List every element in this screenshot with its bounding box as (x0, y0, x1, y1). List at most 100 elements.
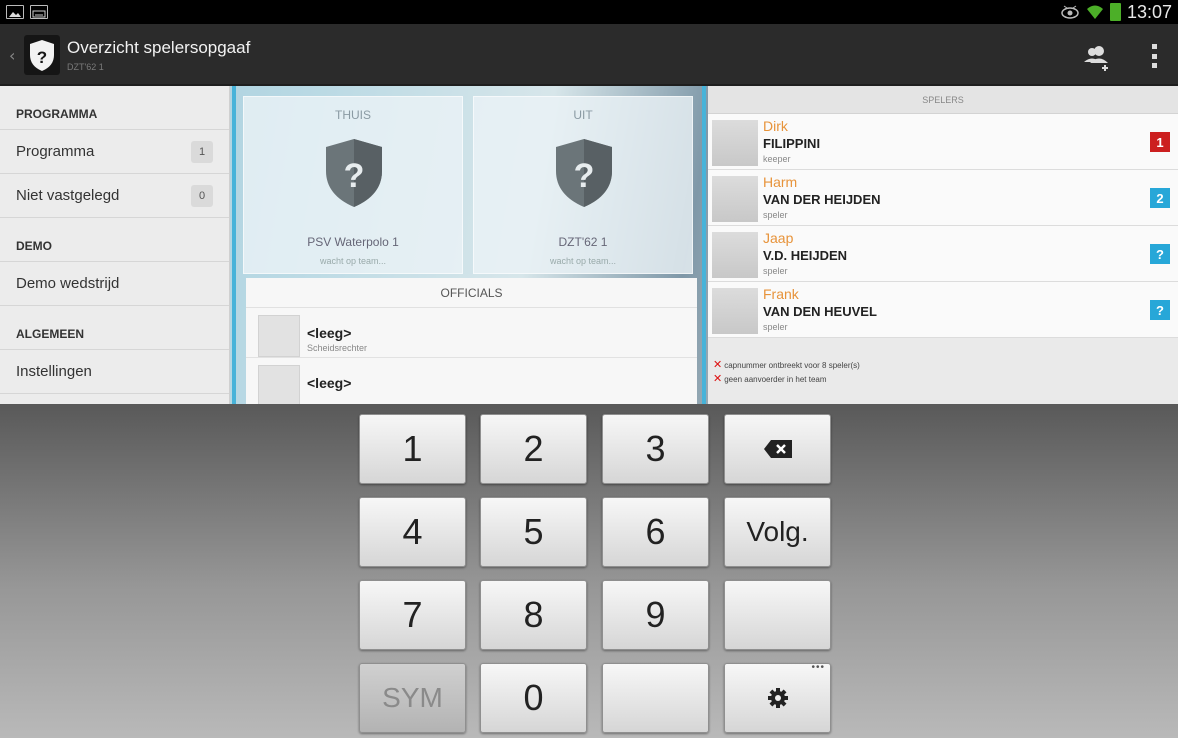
next-key[interactable]: Volg. (724, 497, 831, 567)
page-title: Overzicht spelersopgaaf (67, 38, 251, 57)
settings-key[interactable]: ••• (724, 662, 831, 733)
gallery-icon (6, 5, 24, 19)
status-time: 13:07 (1126, 1, 1172, 22)
wifi-icon (1086, 5, 1103, 19)
status-bar: 13:07 (0, 0, 1178, 24)
cap-number-badge[interactable]: ? (1150, 300, 1170, 320)
player-row[interactable]: Frank VAN DEN HEUVEL speler ? (708, 282, 1178, 338)
avatar (712, 288, 758, 334)
key-6[interactable]: 6 (602, 497, 709, 567)
numeric-keyboard: 1 2 3 4 5 6 Volg. 7 8 9 SYM 0 ••• (0, 404, 1178, 738)
sym-key[interactable]: SYM (359, 663, 466, 733)
match-panel: THUIS ? PSV Waterpolo 1 wacht op team...… (232, 86, 706, 404)
gear-icon (767, 688, 788, 708)
space-key[interactable] (602, 663, 709, 733)
key-8[interactable]: 8 (480, 580, 587, 650)
officials-title: OFFICIALS (246, 278, 697, 308)
player-first-name: Jaap (763, 230, 794, 246)
player-first-name: Dirk (763, 118, 788, 134)
nav-section-demo: DEMO (0, 218, 229, 262)
away-team-name: DZT'62 1 (558, 235, 608, 249)
key-4[interactable]: 4 (359, 497, 466, 567)
official-row[interactable]: <leeg> (246, 358, 697, 404)
player-role: speler (763, 210, 788, 220)
official-row[interactable]: <leeg> Scheidsrechter (246, 308, 697, 358)
add-player-icon[interactable] (1082, 44, 1112, 72)
key-5[interactable]: 5 (480, 497, 587, 567)
svg-text:?: ? (37, 48, 47, 67)
avatar (712, 120, 758, 166)
player-last-name: VAN DER HEIJDEN (763, 192, 881, 207)
eye-icon (1061, 5, 1079, 19)
players-panel: SPELERS Dirk FILIPPINI keeper 1 Harm VAN… (708, 86, 1178, 404)
player-last-name: V.D. HEIJDEN (763, 248, 848, 263)
player-first-name: Harm (763, 174, 798, 190)
player-row[interactable]: Dirk FILIPPINI keeper 1 (708, 114, 1178, 170)
warning-text: geen aanvoerder in het team (724, 375, 827, 384)
svg-text:?: ? (344, 157, 365, 195)
cap-number-badge[interactable]: 2 (1150, 188, 1170, 208)
backspace-key[interactable] (724, 414, 831, 484)
nav-item-niet-vastgelegd[interactable]: Niet vastgelegd 0 (0, 174, 229, 218)
battery-icon (1109, 3, 1121, 21)
more-dots-icon: ••• (811, 662, 825, 673)
cap-number-badge[interactable]: 1 (1150, 132, 1170, 152)
warning-text: capnummer ontbreekt voor 8 speler(s) (724, 361, 860, 370)
avatar (712, 232, 758, 278)
nav-item-instellingen[interactable]: Instellingen (0, 350, 229, 394)
keyboard-icon (30, 5, 48, 19)
official-name: <leeg> (307, 325, 352, 341)
away-team-card[interactable]: UIT ? DZT'62 1 wacht op team... (473, 96, 693, 274)
officials-card: OFFICIALS <leeg> Scheidsrechter <leeg> (246, 278, 697, 404)
team-shield-icon: ? (556, 139, 612, 207)
official-name: <leeg> (307, 375, 352, 391)
backspace-icon (763, 440, 792, 458)
players-title: SPELERS (708, 86, 1178, 114)
back-chevron-icon[interactable]: ‹ (9, 46, 15, 65)
avatar (712, 176, 758, 222)
app-logo-shield-icon[interactable]: ? (24, 35, 60, 75)
official-role: Scheidsrechter (307, 343, 368, 353)
blank-key[interactable] (724, 580, 831, 650)
nav-item-label: Programma (16, 143, 95, 160)
player-row[interactable]: Jaap V.D. HEIJDEN speler ? (708, 226, 1178, 282)
home-label: THUIS (335, 108, 371, 122)
error-x-icon: ✕ (713, 359, 723, 371)
nav-count-badge: 0 (191, 184, 213, 207)
key-0[interactable]: 0 (480, 663, 587, 733)
key-9[interactable]: 9 (602, 580, 709, 650)
svg-text:?: ? (574, 157, 595, 195)
avatar (258, 365, 300, 404)
warning-message: ✕ capnummer ontbreekt voor 8 speler(s) (713, 358, 860, 371)
nav-item-programma[interactable]: Programma 1 (0, 130, 229, 174)
away-label: UIT (573, 108, 593, 122)
home-team-card[interactable]: THUIS ? PSV Waterpolo 1 wacht op team... (243, 96, 463, 274)
nav-section-programma: PROGRAMMA (0, 86, 229, 130)
key-2[interactable]: 2 (480, 414, 587, 484)
nav-item-demo-wedstrijd[interactable]: Demo wedstrijd (0, 262, 229, 306)
nav-count-badge: 1 (191, 140, 213, 163)
nav-item-label: Demo wedstrijd (16, 275, 120, 292)
key-1[interactable]: 1 (359, 414, 466, 484)
key-7[interactable]: 7 (359, 580, 466, 650)
nav-section-algemeen: ALGEMEEN (0, 306, 229, 350)
left-navigation: PROGRAMMA Programma 1 Niet vastgelegd 0 … (0, 86, 230, 404)
nav-item-label: Niet vastgelegd (16, 187, 120, 204)
nav-item-label: Instellingen (16, 363, 92, 380)
player-last-name: FILIPPINI (763, 136, 821, 151)
key-3[interactable]: 3 (602, 414, 709, 484)
team-shield-icon: ? (326, 139, 382, 207)
overflow-menu-icon[interactable] (1150, 44, 1158, 68)
cap-number-badge[interactable]: ? (1150, 244, 1170, 264)
player-role: speler (763, 322, 788, 332)
player-last-name: VAN DEN HEUVEL (763, 304, 877, 319)
avatar (258, 315, 300, 357)
player-role: keeper (763, 154, 791, 164)
home-team-status: wacht op team... (319, 256, 387, 266)
error-x-icon: ✕ (713, 373, 723, 385)
player-row[interactable]: Harm VAN DER HEIJDEN speler 2 (708, 170, 1178, 226)
page-subtitle: DZT'62 1 (67, 62, 104, 72)
warning-message: ✕ geen aanvoerder in het team (713, 372, 827, 385)
home-team-name: PSV Waterpolo 1 (307, 235, 399, 249)
away-team-status: wacht op team... (549, 256, 617, 266)
